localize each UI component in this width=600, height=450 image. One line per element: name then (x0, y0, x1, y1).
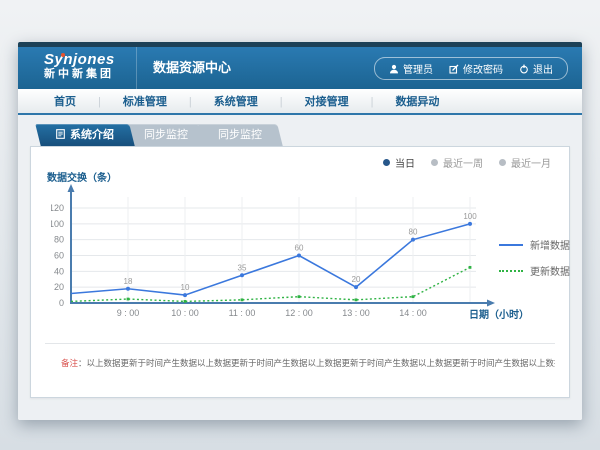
change-password-label: 修改密码 (463, 61, 503, 76)
edit-icon (449, 64, 459, 74)
change-password-button[interactable]: 修改密码 (449, 61, 503, 76)
legend-item-1[interactable]: 更新数据 (499, 263, 570, 278)
tab-label: 同步监控 (144, 129, 188, 141)
footnote: 备注：以上数据更新于时间产生数据以上数据更新于时间产生数据以上数据更新于时间产生… (61, 357, 555, 369)
user-label: 管理员 (403, 61, 433, 76)
tab-bar: 系统介绍 同步监控 同步监控 (38, 124, 274, 146)
user-toolbar: 管理员 修改密码 退出 (374, 57, 568, 80)
svg-text:80: 80 (409, 228, 418, 237)
tab-label: 同步监控 (218, 129, 262, 141)
brand-logo: Synjones 新中新集团 (44, 51, 115, 81)
chart-gridlines (71, 197, 476, 302)
filter-label: 最近一月 (511, 155, 551, 170)
legend-line-sample (499, 244, 523, 246)
svg-text:0: 0 (59, 298, 64, 308)
nav-item-0[interactable]: 首页 (54, 93, 76, 109)
user-icon (389, 64, 399, 74)
legend-label: 新增数据 (530, 237, 570, 252)
nav-item-1[interactable]: 标准管理 (76, 93, 167, 109)
svg-text:35: 35 (238, 263, 247, 272)
svg-text:13 : 00: 13 : 00 (342, 308, 370, 318)
svg-text:10: 10 (181, 283, 190, 292)
content-panel: 当日最近一周最近一月 数据交换（条） 0204060801001209 : 00… (30, 146, 570, 398)
nav-item-4[interactable]: 数据异动 (349, 93, 440, 109)
app-header: Synjones 新中新集团 数据资源中心 管理员 修改密码 (18, 47, 582, 89)
range-filters: 当日 最近一周 最近一月 (383, 155, 551, 170)
tab-0[interactable]: 系统介绍 (38, 124, 132, 146)
chart-legend: 新增数据更新数据 (499, 237, 570, 289)
svg-text:100: 100 (51, 219, 64, 229)
legend-line-sample (499, 270, 523, 272)
logo-accent-dot (61, 53, 65, 57)
svg-text:40: 40 (54, 266, 64, 276)
legend-item-0[interactable]: 新增数据 (499, 237, 570, 252)
tab-2[interactable]: 同步监控 (200, 124, 280, 146)
svg-text:20: 20 (352, 275, 361, 284)
content-area: 系统介绍同步监控同步监控 当日最近一周最近一月 数据交换（条） 02040608… (18, 115, 582, 420)
svg-text:14 : 00: 14 : 00 (399, 308, 427, 318)
legend-label: 更新数据 (530, 263, 570, 278)
nav-item-3[interactable]: 对接管理 (258, 93, 349, 109)
logo-text: Synjones (44, 51, 115, 68)
logout-label: 退出 (533, 61, 553, 76)
document-icon (56, 129, 65, 139)
svg-text:120: 120 (51, 203, 64, 213)
page-title: 数据资源中心 (136, 47, 231, 89)
svg-text:20: 20 (54, 282, 64, 292)
filter-2[interactable]: 最近一月 (499, 155, 551, 170)
footnote-prefix: 备注 (61, 358, 78, 368)
logout-button[interactable]: 退出 (519, 61, 553, 76)
x-tick-labels: 9 : 00 10 : 00 11 : 00 12 : 00 13 : 00 14 : 0… (117, 308, 427, 318)
radio-dot-icon (383, 159, 390, 166)
filter-label: 最近一周 (443, 155, 483, 170)
power-icon (519, 64, 529, 74)
svg-text:10 : 00: 10 : 00 (171, 308, 199, 318)
filter-0[interactable]: 当日 (383, 155, 415, 170)
radio-dot-icon (499, 159, 506, 166)
radio-dot-icon (431, 159, 438, 166)
x-axis-title: 日期（小时） (469, 306, 529, 321)
logo-subtext: 新中新集团 (44, 68, 115, 81)
svg-text:60: 60 (295, 244, 304, 253)
tab-1[interactable]: 同步监控 (126, 124, 206, 146)
user-menu-button[interactable]: 管理员 (389, 61, 433, 76)
y-tick-labels: 0 20 40 60 80 100 120 (51, 203, 64, 308)
svg-text:100: 100 (463, 212, 477, 221)
app-window: Synjones 新中新集团 数据资源中心 管理员 修改密码 (18, 42, 582, 420)
note-divider (45, 343, 555, 344)
line-chart: 0 20 40 60 80 100 120 9 : 00 10 : 00 11 : 00 12 : … (51, 181, 511, 323)
series-line-0: 18 10 35 60 20 80 100 (71, 212, 477, 297)
footnote-text: ：以上数据更新于时间产生数据以上数据更新于时间产生数据以上数据更新于时间产生数据… (78, 358, 555, 368)
nav-item-2[interactable]: 系统管理 (167, 93, 258, 109)
filter-1[interactable]: 最近一周 (431, 155, 483, 170)
svg-text:11 : 00: 11 : 00 (229, 308, 256, 318)
svg-text:12 : 00: 12 : 00 (285, 308, 313, 318)
svg-text:80: 80 (54, 235, 64, 245)
svg-text:60: 60 (54, 251, 64, 261)
main-nav: 首页标准管理系统管理对接管理数据异动 (18, 89, 582, 115)
y-axis-arrow-icon (68, 184, 75, 192)
filter-label: 当日 (395, 155, 415, 170)
svg-text:9 : 00: 9 : 00 (117, 308, 140, 318)
svg-text:18: 18 (124, 277, 133, 286)
tab-label: 系统介绍 (70, 129, 114, 141)
